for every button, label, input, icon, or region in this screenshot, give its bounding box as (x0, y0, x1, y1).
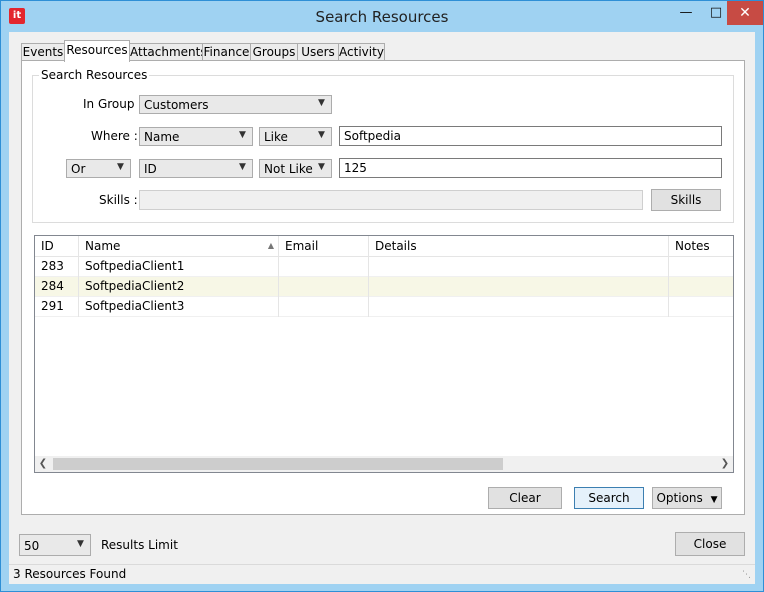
tab-events[interactable]: Events (21, 43, 65, 61)
skills-label: Skills : (99, 193, 138, 207)
chevron-down-icon: ▼ (239, 130, 246, 140)
column-header-name-label: Name (85, 239, 121, 253)
column-header-notes[interactable]: Notes (669, 236, 733, 256)
second-value-field[interactable] (340, 159, 721, 177)
conjunction-select[interactable]: Or ▼ (66, 159, 131, 178)
second-value-input[interactable] (339, 158, 722, 178)
where-label: Where : (91, 129, 138, 143)
skills-button[interactable]: Skills (651, 189, 721, 211)
resize-grip-icon[interactable]: ⋱ (742, 570, 751, 580)
in-group-select[interactable]: Customers ▼ (139, 95, 332, 114)
where-operator-select[interactable]: Like ▼ (259, 127, 332, 146)
table-row[interactable]: 284 SoftpediaClient2 (35, 277, 733, 297)
resources-tab-page: Search Resources In Group : Customers ▼ … (21, 60, 745, 515)
dropdown-arrow-icon: ▼ (710, 495, 718, 505)
tab-users[interactable]: Users (297, 43, 339, 61)
results-limit-select[interactable]: 50 ▼ (19, 534, 91, 556)
where-value-field[interactable] (340, 127, 721, 145)
minimize-button[interactable]: — (671, 1, 701, 25)
skills-field (140, 191, 642, 209)
scrollbar-thumb[interactable] (53, 458, 503, 470)
table-row[interactable]: 291 SoftpediaClient3 (35, 297, 733, 317)
column-header-id[interactable]: ID (35, 236, 79, 256)
table-row[interactable]: 283 SoftpediaClient1 (35, 257, 733, 277)
cell-name: SoftpediaClient3 (79, 297, 279, 317)
close-icon: ✕ (739, 5, 751, 21)
cell-name: SoftpediaClient2 (79, 277, 279, 297)
cell-id: 291 (35, 297, 79, 317)
options-label: Options (656, 491, 703, 505)
results-grid: ID Name ▲ Email Details Notes 283 Softpe… (34, 235, 734, 473)
in-group-value: Customers (144, 98, 209, 112)
window-title: Search Resources (315, 8, 449, 26)
chevron-down-icon: ▼ (117, 162, 124, 172)
column-header-name[interactable]: Name ▲ (79, 236, 279, 256)
where-operator-value: Like (264, 130, 288, 144)
tab-groups[interactable]: Groups (250, 43, 298, 61)
client-area: Events Resources Attachments Finance Gro… (9, 32, 755, 584)
status-bar: 3 Resources Found ⋱ (9, 564, 755, 584)
search-button[interactable]: Search (574, 487, 644, 509)
results-limit-value: 50 (24, 539, 40, 553)
column-header-email[interactable]: Email (279, 236, 369, 256)
where-field-value: Name (144, 130, 180, 144)
cell-email (279, 297, 369, 317)
chevron-down-icon: ▼ (77, 539, 84, 549)
column-header-details[interactable]: Details (369, 236, 669, 256)
cell-id: 284 (35, 277, 79, 297)
cell-notes (669, 297, 733, 317)
second-operator-value: Not Like (264, 162, 313, 176)
search-group-box: Search Resources In Group : Customers ▼ … (32, 68, 734, 223)
cell-email (279, 277, 369, 297)
tab-activity[interactable]: Activity (338, 43, 385, 61)
grid-header: ID Name ▲ Email Details Notes (35, 236, 733, 257)
minimize-icon: — (679, 5, 693, 20)
clear-button[interactable]: Clear (488, 487, 562, 509)
skills-input (139, 190, 643, 210)
close-window-button[interactable]: ✕ (727, 1, 763, 25)
horizontal-scrollbar[interactable]: ❮ ❯ (35, 456, 733, 472)
scroll-right-icon[interactable]: ❯ (717, 456, 733, 472)
cell-details (369, 257, 669, 277)
conjunction-value: Or (71, 162, 86, 176)
cell-name: SoftpediaClient1 (79, 257, 279, 277)
cell-details (369, 277, 669, 297)
in-group-label: In Group : (83, 97, 143, 111)
where-value-input[interactable] (339, 126, 722, 146)
chevron-down-icon: ▼ (318, 162, 325, 172)
results-limit-label: Results Limit (101, 538, 178, 552)
cell-notes (669, 277, 733, 297)
cell-details (369, 297, 669, 317)
second-field-value: ID (144, 162, 157, 176)
close-button[interactable]: Close (675, 532, 745, 556)
cell-email (279, 257, 369, 277)
cell-notes (669, 257, 733, 277)
tab-attachments[interactable]: Attachments (129, 43, 207, 61)
title-bar: it Search Resources — □ ✕ (1, 1, 763, 32)
second-field-select[interactable]: ID ▼ (139, 159, 253, 178)
second-operator-select[interactable]: Not Like ▼ (259, 159, 332, 178)
cell-id: 283 (35, 257, 79, 277)
tab-finance[interactable]: Finance (202, 43, 251, 61)
status-text: 3 Resources Found (13, 567, 127, 581)
chevron-down-icon: ▼ (318, 130, 325, 140)
chevron-down-icon: ▼ (239, 162, 246, 172)
sort-ascending-icon: ▲ (267, 241, 274, 250)
chevron-down-icon: ▼ (318, 98, 325, 108)
window: it Search Resources — □ ✕ Events Resourc… (0, 0, 764, 592)
maximize-icon: □ (709, 5, 723, 20)
scroll-left-icon[interactable]: ❮ (35, 456, 51, 472)
group-title: Search Resources (39, 68, 150, 82)
where-field-select[interactable]: Name ▼ (139, 127, 253, 146)
tab-resources[interactable]: Resources (64, 40, 130, 62)
options-button[interactable]: Options ▼ (652, 487, 722, 509)
